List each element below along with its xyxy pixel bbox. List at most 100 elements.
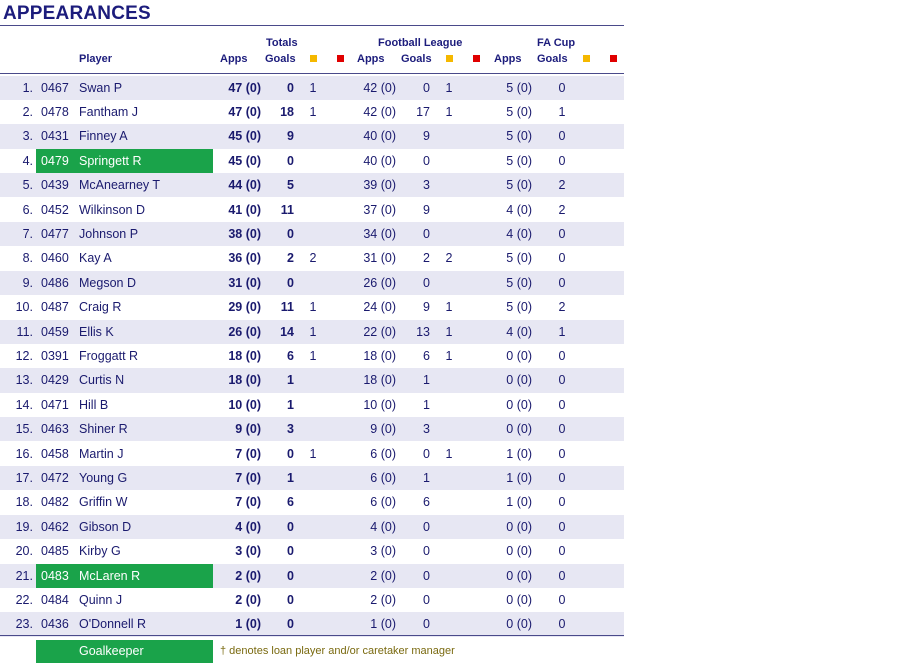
row-rank: 7. [22,226,33,241]
row-total-red [332,271,348,295]
row-league-yellow [441,490,457,514]
table-row: 3. 0431 Finney A 45 (0) 9 40 (0) 9 5 (0) 0 [0,124,624,149]
row-league-yellow: 1 [445,324,453,339]
yellow-card-icon [583,55,590,62]
row-player-name: Shiner R [79,422,128,437]
header-totals-goals: Goals [265,53,296,65]
row-rank: 9. [22,275,33,290]
row-total-apps: 7 (0) [235,470,261,485]
row-cup-red [605,100,621,124]
row-cup-goals: 0 [558,348,566,363]
row-rank: 8. [22,251,33,266]
row-cup-red [605,442,621,466]
row-total-apps: 2 (0) [235,592,261,607]
row-total-yellow [305,271,321,295]
row-total-yellow [305,173,321,197]
row-total-red [332,515,348,539]
row-total-goals: 1 [287,397,294,412]
row-cup-apps: 4 (0) [506,324,532,339]
row-player-id: 0462 [41,519,69,534]
row-total-red [332,442,348,466]
row-rank: 20. [15,544,33,559]
row-player-name: Curtis N [79,373,125,388]
row-cup-yellow [578,539,594,563]
table-row: 16. 0458 Martin J7 (0) 0 1 6 (0) 0 1 1 (0) 0 [0,442,624,466]
row-cup-apps: 4 (0) [506,202,532,217]
goalkeeper-legend-label: Goalkeeper [79,644,144,658]
row-total-apps: 36 (0) [228,251,261,266]
row-league-red [468,198,484,222]
page-title: APPEARANCES [3,3,151,24]
row-cup-yellow [578,320,594,344]
row-total-goals: 0 [287,519,294,534]
row-player-name: Kirby G [79,544,121,559]
row-rank: 13. [15,373,33,388]
row-player-id: 0477 [41,226,69,241]
row-total-apps: 4 (0) [235,519,261,534]
row-league-goals: 9 [423,202,430,217]
row-rank: 11. [16,324,33,339]
row-cup-yellow [578,271,594,295]
table-row: 21. 0483 McLaren R 2 (0) 0 2 (0) 0 0 (0) 0 [0,563,624,588]
row-cup-apps: 0 (0) [506,519,532,534]
row-cup-red [605,490,621,514]
row-cup-red [605,149,621,173]
row-rank: 23. [15,617,33,632]
row-player-id: 0463 [41,422,69,437]
row-league-yellow: 1 [445,104,453,119]
row-cup-apps: 5 (0) [506,104,532,119]
row-league-apps: 6 (0) [370,495,396,510]
row-league-yellow [441,417,457,441]
row-player-id: 0436 [41,617,69,632]
row-player-name: Swan P [79,80,123,95]
row-cup-goals: 2 [558,178,566,193]
row-league-apps: 4 (0) [370,519,396,534]
row-league-apps: 40 (0) [363,153,396,168]
table-row: 19. 0462 Gibson D 4 (0) 0 4 (0) 0 0 (0) 0 [0,514,624,540]
row-cup-red [605,417,621,441]
row-total-apps: 26 (0) [228,324,261,339]
header-football-league: Football League [378,37,463,49]
row-total-red [332,295,348,319]
row-cup-goals: 0 [558,422,566,437]
row-cup-apps: 1 (0) [506,446,532,461]
row-player-id: 0458 [41,446,69,461]
row-cup-yellow [578,295,594,319]
row-league-red [468,490,484,514]
row-league-apps: 42 (0) [363,104,396,119]
row-player-name: O'Donnell R [79,617,146,632]
row-total-goals: 11 [280,300,294,315]
row-league-yellow [441,368,457,392]
row-player-name: McLaren R [79,568,141,583]
row-rank: 14. [15,397,33,412]
row-total-red [332,246,348,270]
row-rank: 4. [22,153,33,168]
row-cup-apps: 5 (0) [506,275,532,290]
row-total-goals: 6 [287,495,294,510]
row-total-apps: 44 (0) [228,178,261,193]
row-cup-goals: 0 [558,373,566,388]
row-cup-apps: 5 (0) [506,80,532,95]
row-cup-goals: 0 [558,470,566,485]
row-rank: 3. [22,129,33,144]
row-league-apps: 18 (0) [363,348,396,363]
row-cup-red [605,246,621,270]
row-cup-apps: 0 (0) [506,422,532,437]
row-league-goals: 3 [423,178,430,193]
row-league-apps: 39 (0) [363,178,396,193]
row-cup-apps: 5 (0) [506,300,532,315]
row-league-yellow [441,588,457,612]
row-cup-apps: 1 (0) [506,495,532,510]
row-player-name: Fantham J [79,104,139,119]
row-league-goals: 6 [423,495,430,510]
header-cup-goals: Goals [537,53,568,65]
row-cup-yellow [578,490,594,514]
table-row: 9. 0486 Megson D 31 (0) 0 26 (0) 0 5 (0) 0 [0,270,624,296]
row-league-yellow: 1 [445,300,453,315]
row-league-yellow [441,149,457,173]
row-cup-apps: 5 (0) [506,178,532,193]
row-total-apps: 2 (0) [235,568,261,583]
row-league-goals: 13 [416,324,430,339]
row-rank: 21. [15,568,33,583]
row-league-apps: 2 (0) [370,568,396,583]
